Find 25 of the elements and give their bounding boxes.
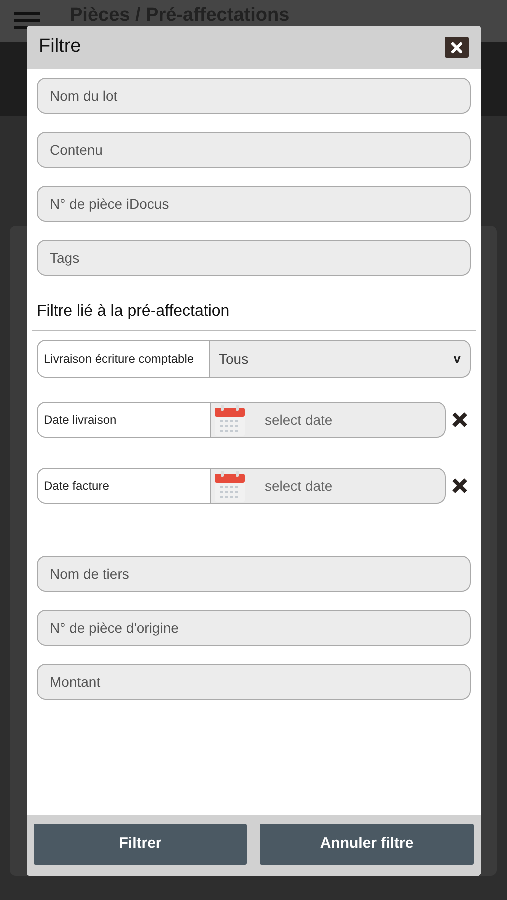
clear-icon[interactable] bbox=[452, 412, 468, 428]
input-field[interactable]: Montant bbox=[37, 664, 471, 700]
section-title: Filtre lié à la pré-affectation bbox=[37, 302, 231, 322]
date-field[interactable]: select date bbox=[211, 468, 446, 504]
input-field[interactable]: N° de pièce d'origine bbox=[37, 610, 471, 646]
field-label: Livraison écriture comptable bbox=[37, 340, 210, 378]
date-placeholder: select date bbox=[265, 410, 333, 430]
field-label: Date facture bbox=[37, 468, 211, 504]
caret: v bbox=[454, 350, 461, 368]
input-field[interactable]: Contenu bbox=[37, 132, 471, 168]
close-icon bbox=[451, 42, 463, 54]
date-placeholder: select date bbox=[265, 476, 333, 496]
input-field[interactable]: Nom de tiers bbox=[37, 556, 471, 592]
date-field[interactable]: select date bbox=[211, 402, 446, 438]
reset-filter-button[interactable]: Annuler filtre bbox=[260, 824, 474, 865]
filter-button[interactable]: Filtrer bbox=[34, 824, 247, 865]
field-label: Date livraison bbox=[37, 402, 211, 438]
dropdown-value: Tous bbox=[219, 350, 249, 368]
input-field[interactable]: N° de pièce iDocus bbox=[37, 186, 471, 222]
dropdown[interactable]: Tous v bbox=[210, 340, 471, 378]
input-field[interactable]: Nom du lot bbox=[37, 78, 471, 114]
clear-icon[interactable] bbox=[452, 478, 468, 494]
close-button[interactable] bbox=[445, 37, 469, 58]
input-field[interactable]: Tags bbox=[37, 240, 471, 276]
dialog-title: Filtre bbox=[39, 35, 82, 60]
